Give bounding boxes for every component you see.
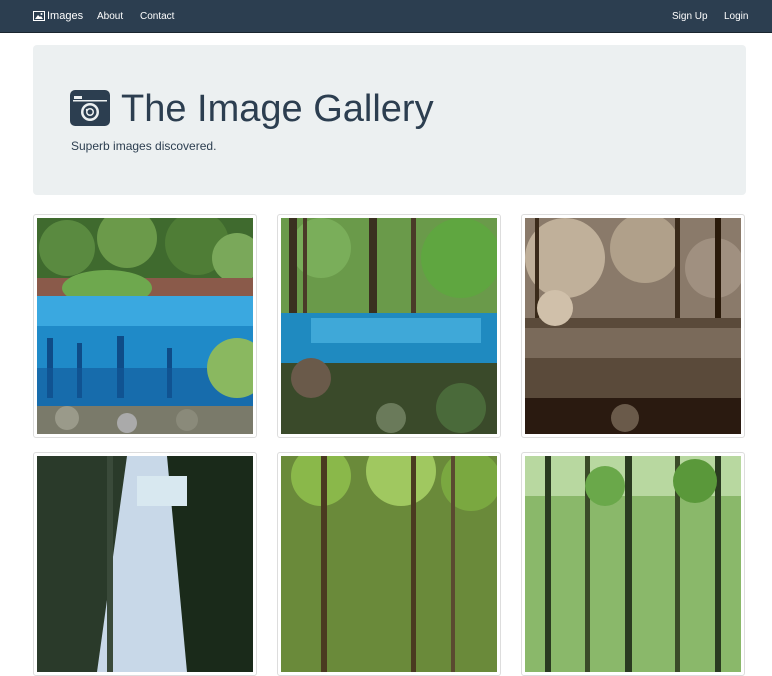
image-icon [33,11,45,21]
blue-lake-tall-trees-photo [281,218,497,434]
gallery-item-5[interactable] [277,452,501,676]
jumbotron: The Image Gallery Superb images discover… [33,45,746,195]
nav-signup-link[interactable]: Sign Up [672,11,708,22]
nav-contact-link[interactable]: Contact [140,11,174,22]
gallery-item-1[interactable] [33,214,257,438]
green-trees-photo [525,456,741,672]
nav-login-link[interactable]: Login [724,11,748,22]
brand-link[interactable]: Images [33,10,83,22]
gallery-item-4[interactable] [33,452,257,676]
gallery-item-2[interactable] [277,214,501,438]
camera-icon [70,90,110,126]
nav-about-link[interactable]: About [97,11,123,22]
page-subtitle: Superb images discovered. [71,139,217,153]
navbar: Images About Contact Sign Up Login [0,0,772,33]
brand-label: Images [47,10,84,22]
blue-lake-forest-photo [37,218,253,434]
sepia-lake-forest-photo [525,218,741,434]
green-forest-photo [281,456,497,672]
page-title: The Image Gallery [121,88,434,130]
tall-trees-sky-photo [37,456,253,672]
gallery-item-3[interactable] [521,214,745,438]
gallery-item-6[interactable] [521,452,745,676]
